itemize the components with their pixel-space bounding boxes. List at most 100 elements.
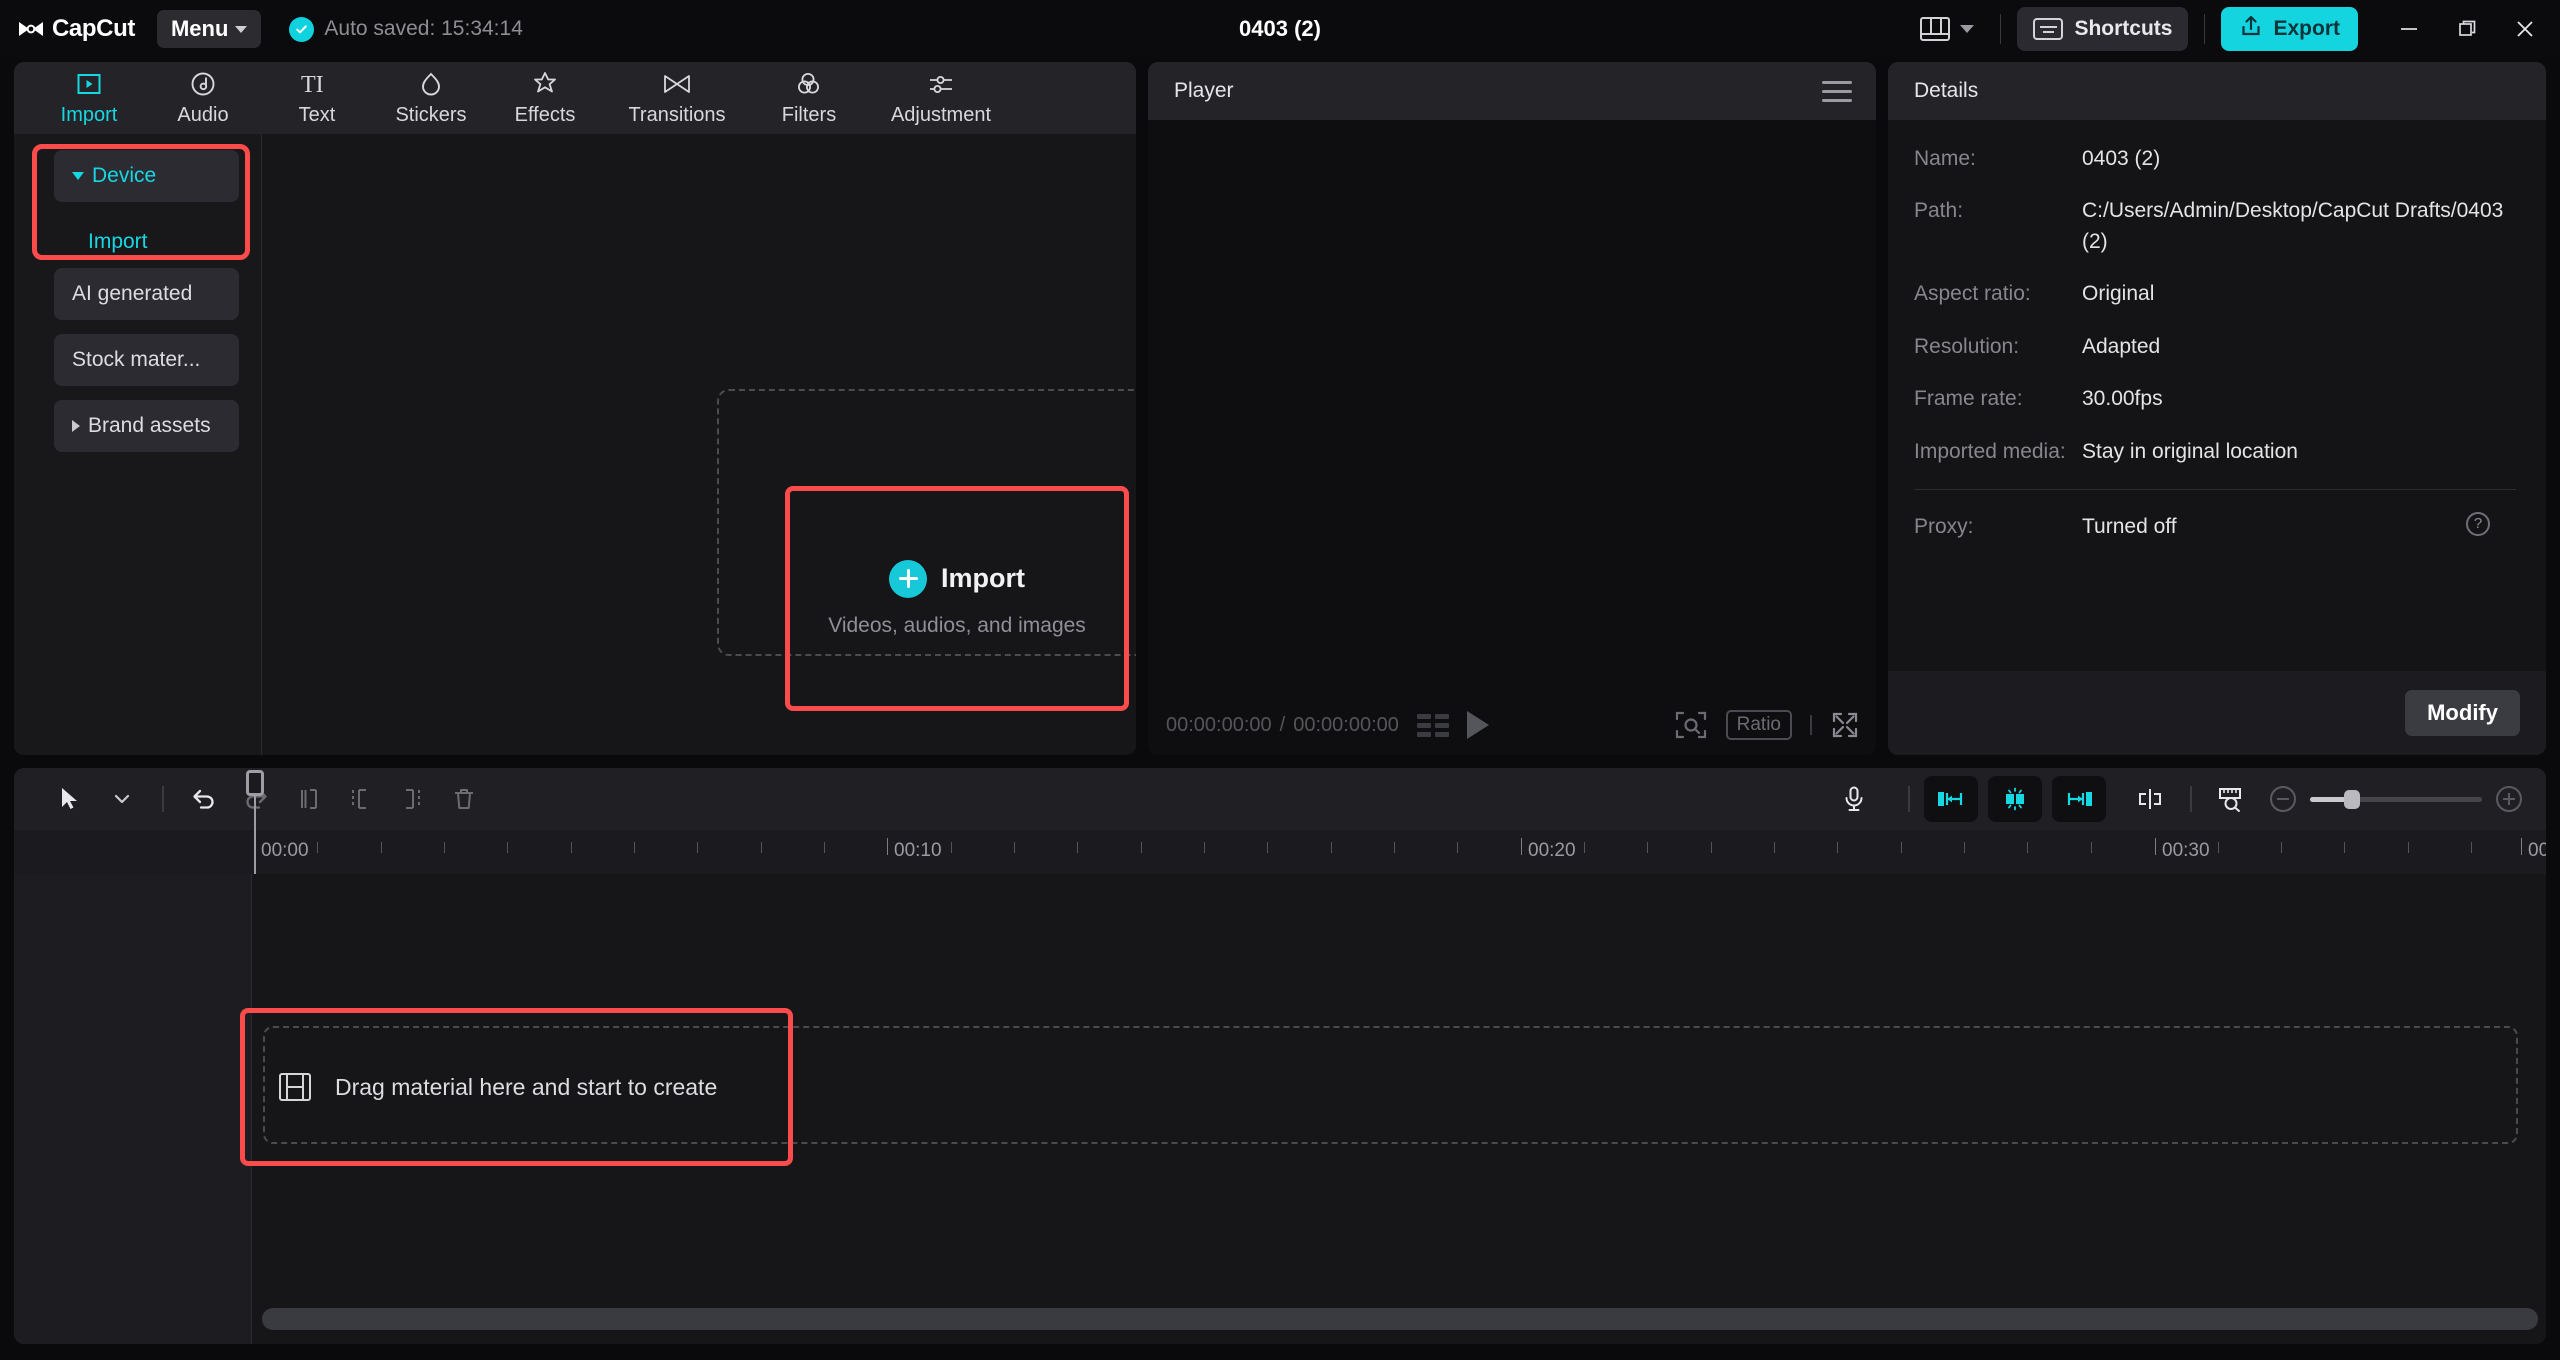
row-label: Path: <box>1914 196 2082 257</box>
import-button[interactable]: Import Videos, audios, and images <box>785 486 1129 711</box>
menu-button[interactable]: Menu <box>157 10 261 48</box>
tab-stickers[interactable]: Stickers <box>374 62 488 134</box>
zoom-slider[interactable] <box>2310 797 2482 802</box>
details-row-resolution: Resolution: Adapted <box>1914 332 2516 362</box>
tab-audio[interactable]: Audio <box>146 62 260 134</box>
zoom-slider-handle[interactable] <box>2344 790 2360 809</box>
timeline-track-headers <box>14 874 252 1344</box>
ratio-button[interactable]: Ratio <box>1726 710 1792 740</box>
sidebar-item-label: Stock mater... <box>72 348 200 372</box>
player-total-time: 00:00:00:00 <box>1293 714 1399 737</box>
media-sidebar: Device Import AI generated Stock mater..… <box>14 134 262 755</box>
tab-label: Import <box>61 104 118 127</box>
ruler-label: 00:30 <box>2162 840 2210 862</box>
zoom-fit-icon[interactable] <box>1674 709 1708 741</box>
check-circle-icon <box>289 17 314 42</box>
undo-icon[interactable] <box>178 777 230 821</box>
filters-circles-icon <box>795 69 823 99</box>
row-label: Name: <box>1914 144 2082 174</box>
tab-text[interactable]: TI Text <box>260 62 374 134</box>
timeline-horizontal-scrollbar[interactable] <box>262 1308 2538 1330</box>
row-value: C:/Users/Admin/Desktop/CapCut Drafts/040… <box>2082 196 2516 257</box>
align-left-icon[interactable] <box>1924 776 1978 822</box>
timeline-panel: 00:00 00:10 00:20 00:30 <box>14 768 2546 1344</box>
tab-import[interactable]: Import <box>32 62 146 134</box>
player-right-controls: Ratio <box>1674 709 1860 741</box>
sidebar-item-ai-generated[interactable]: AI generated <box>54 268 239 320</box>
sidebar-item-import[interactable]: Import <box>54 216 239 268</box>
row-value: 0403 (2) <box>2082 144 2516 174</box>
close-icon[interactable] <box>2496 3 2554 55</box>
chevron-down-icon <box>235 26 247 33</box>
caret-down-icon <box>72 172 84 180</box>
restore-icon[interactable] <box>2438 3 2496 55</box>
ruler-label: 00:10 <box>894 840 942 862</box>
hamburger-icon[interactable] <box>1822 81 1852 102</box>
details-title: Details <box>1888 62 2546 120</box>
ruler-magnifier-icon[interactable] <box>2206 777 2258 821</box>
export-button[interactable]: Export <box>2221 7 2358 51</box>
playhead-handle[interactable] <box>246 770 264 796</box>
question-circle-icon[interactable]: ? <box>2466 512 2490 536</box>
player-panel: Player 00:00:00:00 / 00:00:00:00 Ratio <box>1148 62 1876 755</box>
grid-frames-icon[interactable] <box>1417 714 1449 737</box>
divider <box>2204 14 2205 44</box>
adjustment-sliders-icon <box>926 69 956 99</box>
align-right-icon[interactable] <box>2052 776 2106 822</box>
drag-material-hint: Drag material here and start to create <box>335 1074 717 1101</box>
microphone-icon[interactable] <box>1828 777 1880 821</box>
top-bar: CapCut Menu Auto saved: 15:34:14 0403 (2… <box>0 0 2560 58</box>
shortcuts-button[interactable]: Shortcuts <box>2017 7 2188 51</box>
sparkle-center-icon[interactable] <box>1988 776 2042 822</box>
details-footer: Modify <box>1888 671 2546 755</box>
player-current-time: 00:00:00:00 <box>1166 714 1272 737</box>
timeline-ruler[interactable]: 00:00 00:10 00:20 00:30 <box>14 830 2546 874</box>
details-body: Name: 0403 (2) Path: C:/Users/Admin/Desk… <box>1888 120 2546 670</box>
import-subtitle: Videos, audios, and images <box>828 614 1086 638</box>
svg-text:TI: TI <box>301 72 324 98</box>
minimize-icon[interactable] <box>2380 3 2438 55</box>
tab-effects[interactable]: Effects <box>488 62 602 134</box>
mirror-icon[interactable] <box>2124 777 2176 821</box>
tab-label: Transitions <box>628 104 725 127</box>
chevron-down-icon <box>1960 25 1974 33</box>
tab-label: Audio <box>177 104 228 127</box>
chevron-down-icon[interactable] <box>96 777 148 821</box>
row-value: Adapted <box>2082 332 2516 362</box>
transitions-bowtie-icon <box>662 69 692 99</box>
zoom-out-icon[interactable] <box>2270 786 2296 812</box>
sidebar-item-device[interactable]: Device <box>54 150 239 202</box>
media-panel: Import Audio TI Text <box>14 62 1136 755</box>
split-icon[interactable] <box>282 777 334 821</box>
cursor-arrow-icon[interactable] <box>44 777 96 821</box>
timeline-track-area[interactable]: Drag material here and start to create <box>253 874 2546 1344</box>
timeline-empty-track[interactable]: Drag material here and start to create <box>263 1026 2518 1144</box>
tab-strip: Import Audio TI Text <box>14 62 1136 134</box>
keyboard-icon <box>2033 18 2063 40</box>
divider <box>1810 715 1812 735</box>
layout-switch-button[interactable] <box>1910 11 1984 47</box>
modify-button[interactable]: Modify <box>2405 690 2520 736</box>
trim-left-icon[interactable] <box>334 777 386 821</box>
tab-transitions[interactable]: Transitions <box>602 62 752 134</box>
row-label: Frame rate: <box>1914 384 2082 414</box>
details-row-aspect-ratio: Aspect ratio: Original <box>1914 279 2516 309</box>
trash-icon[interactable] <box>438 777 490 821</box>
sidebar-item-brand-assets[interactable]: Brand assets <box>54 400 239 452</box>
tab-adjustment[interactable]: Adjustment <box>866 62 1016 134</box>
trim-right-icon[interactable] <box>386 777 438 821</box>
tab-filters[interactable]: Filters <box>752 62 866 134</box>
zoom-in-icon[interactable] <box>2496 786 2522 812</box>
export-label: Export <box>2273 17 2340 41</box>
drag-material-dropzone[interactable]: Drag material here and start to create <box>240 1008 793 1166</box>
menu-label: Menu <box>171 16 228 42</box>
details-row-path: Path: C:/Users/Admin/Desktop/CapCut Draf… <box>1914 196 2516 257</box>
player-stage[interactable] <box>1148 120 1876 695</box>
fullscreen-icon[interactable] <box>1830 710 1860 740</box>
play-icon[interactable] <box>1467 711 1489 739</box>
sidebar-item-label: Device <box>92 164 156 188</box>
details-row-name: Name: 0403 (2) <box>1914 144 2516 174</box>
capcut-logo-icon <box>18 19 44 39</box>
caret-right-icon <box>72 420 80 432</box>
sidebar-item-stock-material[interactable]: Stock mater... <box>54 334 239 386</box>
